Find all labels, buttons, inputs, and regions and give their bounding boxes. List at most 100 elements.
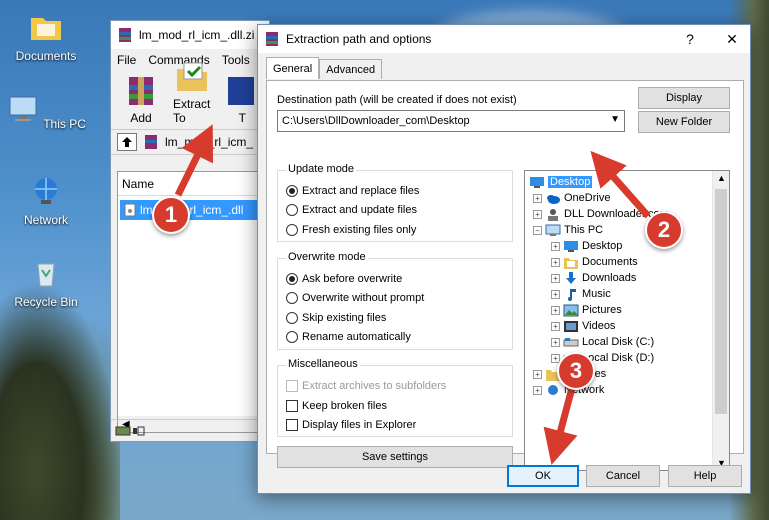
- winrar-icon: [266, 32, 278, 46]
- tree-node-local-disk-c[interactable]: + Local Disk (C:): [551, 334, 654, 350]
- column-header-name[interactable]: Name: [118, 172, 264, 196]
- desktop-icon-this-pc[interactable]: This PC: [6, 94, 86, 131]
- tab-advanced[interactable]: Advanced: [319, 59, 383, 79]
- tree-node-downloads[interactable]: + Downloads: [551, 270, 636, 286]
- desktop-icon: [530, 176, 544, 188]
- videos-icon: [564, 320, 578, 332]
- tree-node-desktop[interactable]: + Desktop: [551, 238, 622, 254]
- radio-fresh-existing[interactable]: Fresh existing files only: [286, 224, 416, 236]
- radio-rename-automatically[interactable]: Rename automatically: [286, 331, 411, 343]
- tree-node-onedrive[interactable]: + OneDrive: [533, 190, 610, 206]
- checkbox[interactable]: [286, 400, 298, 412]
- expand-icon[interactable]: +: [551, 305, 560, 315]
- desktop-icon-label: This PC: [43, 117, 86, 131]
- scroll-thumb[interactable]: [715, 189, 727, 414]
- scroll-up-icon[interactable]: ▲: [717, 173, 726, 183]
- extract-to-icon: [176, 62, 207, 91]
- collapse-icon[interactable]: −: [533, 225, 542, 235]
- archive-icon: [145, 135, 157, 149]
- destination-path-combo[interactable]: C:\Users\DllDownloader_com\Desktop ▼: [277, 110, 625, 132]
- music-icon: [568, 288, 576, 301]
- expand-icon[interactable]: +: [551, 289, 560, 299]
- checkbox-keep-broken[interactable]: Keep broken files: [286, 400, 387, 412]
- checkbox[interactable]: [286, 419, 298, 431]
- radio-button[interactable]: [286, 292, 298, 304]
- close-button[interactable]: ✕: [714, 25, 750, 53]
- ok-button[interactable]: OK: [507, 465, 579, 487]
- expand-icon[interactable]: +: [551, 273, 560, 283]
- winrar-file-list[interactable]: Name lm_mod_rl_icm_.dll ◀: [117, 171, 265, 433]
- general-panel: Destination path (will be created if doe…: [266, 80, 744, 471]
- test-button[interactable]: T: [224, 73, 260, 125]
- expand-icon[interactable]: +: [533, 385, 542, 395]
- radio-button[interactable]: [286, 185, 298, 197]
- tree-node-this-pc[interactable]: − This PC: [533, 222, 603, 238]
- pictures-icon: [563, 304, 579, 316]
- radio-button[interactable]: [286, 224, 298, 236]
- file-row[interactable]: lm_mod_rl_icm_.dll: [120, 200, 262, 220]
- test-label: T: [238, 111, 247, 125]
- radio-extract-replace[interactable]: Extract and replace files: [286, 185, 419, 197]
- dialog-titlebar[interactable]: Extraction path and options ? ✕: [258, 25, 750, 53]
- chevron-down-icon[interactable]: ▼: [610, 114, 620, 125]
- pc-icon: [545, 224, 561, 236]
- expand-icon[interactable]: +: [533, 369, 542, 379]
- radio-ask-before[interactable]: Ask before overwrite: [286, 273, 402, 285]
- extract-to-button[interactable]: Extract To: [173, 59, 210, 125]
- cancel-button[interactable]: Cancel: [586, 465, 660, 487]
- expand-icon[interactable]: +: [551, 241, 560, 251]
- desktop-icon-label: Documents: [15, 49, 77, 63]
- tree-node-music[interactable]: + Music: [551, 286, 611, 302]
- expand-icon[interactable]: +: [533, 193, 542, 203]
- option-label: Skip existing files: [302, 312, 387, 324]
- add-button[interactable]: Add: [123, 73, 159, 125]
- checkbox: [286, 380, 298, 392]
- option-label: Extract and replace files: [302, 185, 420, 197]
- tree-node-documents[interactable]: + Documents: [551, 254, 638, 270]
- tree-vertical-scrollbar[interactable]: ▲ ▼: [712, 171, 729, 470]
- winrar-statusbar: [111, 419, 269, 441]
- folder-icon: [31, 18, 61, 40]
- callout-2: 2: [645, 211, 683, 249]
- tab-general[interactable]: General: [266, 57, 320, 79]
- folder-tree[interactable]: Desktop + OneDrive + DLL Downloader.com …: [524, 170, 730, 471]
- radio-extract-update[interactable]: Extract and update files: [286, 204, 417, 216]
- winrar-toolbar: Add Extract To T: [111, 62, 269, 129]
- save-settings-button[interactable]: Save settings: [277, 446, 513, 468]
- winrar-titlebar[interactable]: lm_mod_rl_icm_.dll.zi: [111, 21, 269, 49]
- new-folder-button[interactable]: New Folder: [638, 111, 730, 133]
- destination-label: Destination path (will be created if doe…: [277, 94, 517, 106]
- dialog-tabs: General Advanced: [266, 57, 383, 79]
- display-button[interactable]: Display: [638, 87, 730, 109]
- option-label: Display files in Explorer: [302, 419, 417, 431]
- menu-tools[interactable]: Tools: [222, 53, 250, 67]
- radio-button[interactable]: [286, 273, 298, 285]
- up-folder-button[interactable]: [117, 133, 137, 151]
- radio-button[interactable]: [286, 331, 298, 343]
- drive-icon: [563, 337, 579, 346]
- desktop-icon-documents[interactable]: Documents: [6, 12, 86, 63]
- menu-file[interactable]: File: [117, 53, 136, 67]
- address-text[interactable]: lm_mod_rl_icm_: [165, 135, 253, 149]
- tree-node-pictures[interactable]: + Pictures: [551, 302, 622, 318]
- radio-skip-existing[interactable]: Skip existing files: [286, 312, 386, 324]
- expand-icon[interactable]: +: [551, 337, 560, 347]
- update-mode-title: Update mode: [286, 163, 357, 175]
- expand-icon[interactable]: +: [533, 209, 542, 219]
- winrar-icon: [119, 28, 131, 42]
- downloads-icon: [566, 271, 576, 284]
- expand-icon[interactable]: +: [551, 257, 560, 267]
- expand-icon[interactable]: +: [551, 321, 560, 331]
- help-button[interactable]: Help: [668, 465, 742, 487]
- radio-button[interactable]: [286, 204, 298, 216]
- desktop-icon-network[interactable]: Network: [6, 176, 86, 227]
- option-label: Fresh existing files only: [302, 224, 417, 236]
- tree-node-desktop-root[interactable]: Desktop: [529, 174, 593, 190]
- desktop-icon-recycle-bin[interactable]: Recycle Bin: [6, 258, 86, 309]
- tree-label: Documents: [582, 256, 638, 268]
- radio-button[interactable]: [286, 312, 298, 324]
- tree-node-videos[interactable]: + Videos: [551, 318, 615, 334]
- checkbox-display-explorer[interactable]: Display files in Explorer: [286, 419, 416, 431]
- radio-overwrite-without-prompt[interactable]: Overwrite without prompt: [286, 292, 424, 304]
- help-title-button[interactable]: ?: [672, 25, 708, 53]
